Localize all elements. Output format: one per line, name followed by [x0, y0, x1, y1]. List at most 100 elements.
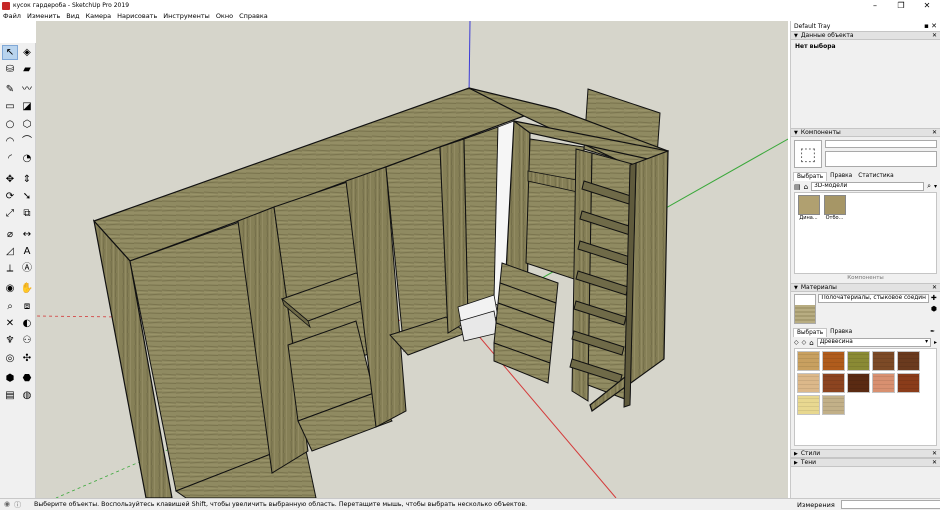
material-swatch[interactable]	[822, 395, 845, 415]
materials-header[interactable]: ▼ Материалы ✕	[791, 283, 940, 292]
rotated-rectangle-icon[interactable]: ◪	[20, 101, 34, 114]
materials-tab-select[interactable]: Выбрать	[793, 328, 828, 337]
panel-close-icon[interactable]: ✕	[932, 284, 937, 291]
look-around-icon[interactable]: ◎	[3, 352, 17, 365]
minimize-button[interactable]: –	[862, 0, 888, 11]
material-swatch[interactable]	[847, 351, 870, 371]
home-icon[interactable]: ⌂	[804, 183, 808, 191]
protractor-icon[interactable]: ◿	[3, 245, 17, 258]
menu-file[interactable]: Файл	[0, 12, 24, 20]
components-header[interactable]: ▼ Компоненты ✕	[791, 128, 940, 137]
follow-me-icon[interactable]: ➘	[20, 190, 34, 203]
push-pull-icon[interactable]: ⇕	[20, 173, 34, 186]
dimension-icon[interactable]: ↔	[20, 228, 34, 241]
menu-help[interactable]: Справка	[236, 12, 271, 20]
home-icon[interactable]: ⌂	[809, 339, 813, 347]
menu-tools[interactable]: Инструменты	[160, 12, 213, 20]
menu-edit[interactable]: Изменить	[24, 12, 63, 20]
pie-icon[interactable]: ◔	[20, 153, 34, 166]
material-swatch[interactable]	[897, 351, 920, 371]
section-plane-icon[interactable]: ✣	[20, 352, 34, 365]
panel-close-icon[interactable]: ✕	[932, 32, 937, 39]
previous-view-icon[interactable]: ◐	[20, 318, 34, 331]
styles-header[interactable]: ▶ Стили ✕	[791, 449, 940, 458]
material-swatch[interactable]	[847, 373, 870, 393]
shadows-header[interactable]: ▶ Тени ✕	[791, 458, 940, 467]
extension-warehouse-icon[interactable]: ⬣	[20, 372, 34, 385]
material-swatch[interactable]	[872, 373, 895, 393]
model-viewport[interactable]	[36, 21, 788, 498]
info-icon[interactable]: ⓘ	[14, 500, 21, 510]
tab-select[interactable]: Выбрать	[793, 172, 828, 181]
component-search-input[interactable]: 3D-модели	[811, 182, 925, 191]
chevron-down-icon[interactable]: ▾	[934, 183, 937, 190]
menu-draw[interactable]: Нарисовать	[114, 12, 160, 20]
geo-location-icon[interactable]: ◉	[4, 500, 10, 510]
zoom-window-icon[interactable]: ⧈	[20, 300, 34, 313]
maximize-button[interactable]: ❐	[888, 0, 914, 11]
material-name-field[interactable]: Полочатериалы, стыковое соедин	[818, 294, 929, 303]
arc-icon[interactable]: ◠	[3, 136, 17, 149]
component-item[interactable]: Дина...	[797, 195, 820, 271]
line-pencil-icon[interactable]: ✎	[3, 84, 17, 97]
component-item[interactable]: Отбо...	[823, 195, 846, 271]
material-swatch[interactable]	[797, 351, 820, 371]
material-swatch[interactable]	[872, 351, 895, 371]
orbit-icon[interactable]: ◉	[3, 283, 17, 296]
sample-paint-icon[interactable]: ⬢	[931, 305, 937, 313]
details-arrow-icon[interactable]: ▸	[934, 339, 937, 346]
material-swatch[interactable]	[897, 373, 920, 393]
zoom-extents-icon[interactable]: ✕	[3, 318, 17, 331]
offset-icon[interactable]: ⧉	[20, 208, 34, 221]
tab-statistics[interactable]: Статистика	[855, 172, 897, 181]
axes-icon[interactable]: ⟂	[3, 263, 17, 276]
circle-icon[interactable]: ○	[3, 118, 17, 131]
panel-close-icon[interactable]: ✕	[932, 459, 937, 466]
menu-window[interactable]: Окно	[213, 12, 236, 20]
entity-info-header[interactable]: ▼ Данные объекта ✕	[791, 31, 940, 40]
walk-icon[interactable]: ⚇	[20, 335, 34, 348]
material-swatch[interactable]	[822, 351, 845, 371]
create-material-icon[interactable]: ✚	[931, 294, 937, 302]
polygon-icon[interactable]: ⬡	[20, 118, 34, 131]
material-swatch[interactable]	[822, 373, 845, 393]
tab-edit[interactable]: Правка	[827, 172, 855, 181]
rectangle-icon[interactable]: ▭	[3, 101, 17, 114]
panel-close-icon[interactable]: ✕	[932, 450, 937, 457]
move-icon[interactable]: ✥	[3, 173, 17, 186]
menu-view[interactable]: Вид	[63, 12, 82, 20]
back-arrow-icon[interactable]: ◇	[794, 339, 799, 346]
material-swatch[interactable]	[797, 373, 820, 393]
search-icon[interactable]: ⌕	[927, 182, 931, 191]
3d-text-icon[interactable]: Ⓐ	[20, 263, 34, 276]
make-component-icon[interactable]: ◈	[20, 46, 34, 59]
eyedropper-icon[interactable]: ✒	[927, 328, 938, 337]
panel-close-icon[interactable]: ✕	[932, 129, 937, 136]
two-point-arc-icon[interactable]: ⌒	[20, 136, 34, 149]
position-camera-icon[interactable]: ♆	[3, 335, 17, 348]
scale-icon[interactable]: ⤢	[3, 208, 17, 221]
materials-tab-edit[interactable]: Правка	[827, 328, 855, 337]
forward-arrow-icon[interactable]: ◇	[802, 339, 807, 346]
send-to-layout-icon[interactable]: ▤	[3, 390, 17, 403]
material-library-select[interactable]: Древесина ▾	[816, 338, 931, 347]
extension-manager-icon[interactable]: ◍	[20, 390, 34, 403]
rotate-icon[interactable]: ⟳	[3, 190, 17, 203]
close-button[interactable]: ✕	[914, 0, 940, 11]
eraser-icon[interactable]: ▰	[20, 63, 34, 76]
component-name-field[interactable]	[825, 140, 937, 148]
component-description-field[interactable]	[825, 151, 937, 167]
tape-measure-icon[interactable]: ⌀	[3, 228, 17, 241]
pan-icon[interactable]: ✋	[20, 283, 34, 296]
material-swatch[interactable]	[797, 395, 820, 415]
tray-close-icon[interactable]: ▪ ✕	[924, 22, 937, 30]
paint-bucket-icon[interactable]: ⛁	[3, 63, 17, 76]
text-icon[interactable]: A	[20, 245, 34, 258]
freehand-icon[interactable]: 〰	[20, 84, 34, 97]
menu-camera[interactable]: Камера	[82, 12, 114, 20]
view-options-icon[interactable]: ▤	[794, 183, 801, 191]
select-arrow-icon[interactable]: ↖	[2, 45, 18, 60]
measurements-input[interactable]	[840, 500, 940, 509]
warehouse-icon[interactable]: ⬢	[3, 372, 17, 385]
zoom-icon[interactable]: ⌕	[3, 300, 17, 313]
